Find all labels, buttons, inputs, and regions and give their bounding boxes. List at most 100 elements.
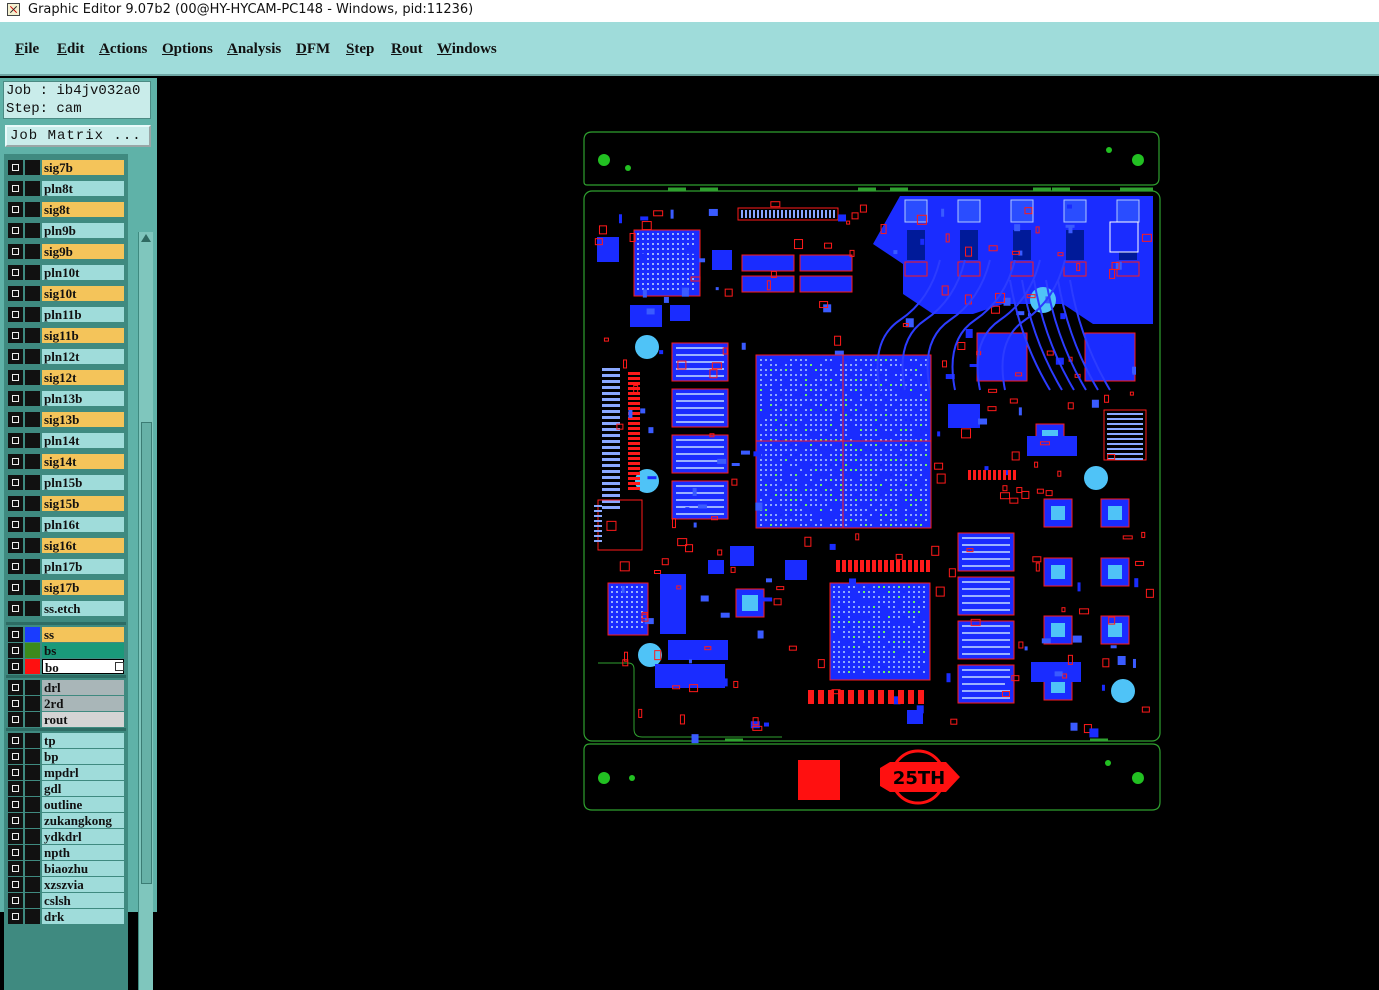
layer-name[interactable]: sig12t bbox=[42, 370, 124, 385]
layer-name[interactable]: ss.etch bbox=[42, 601, 124, 616]
layer-name[interactable]: sig16t bbox=[42, 538, 124, 553]
layer-name[interactable]: npth bbox=[42, 845, 124, 860]
layer-color-swatch[interactable] bbox=[25, 538, 40, 553]
layer-row-sig14t[interactable]: sig14t bbox=[6, 453, 126, 470]
layer-row-ss[interactable]: ss bbox=[6, 626, 126, 643]
layer-name[interactable]: pln15b bbox=[42, 475, 124, 490]
layer-row-drl[interactable]: drl bbox=[6, 679, 126, 696]
layer-color-swatch[interactable] bbox=[25, 202, 40, 217]
layer-name[interactable]: pln9b bbox=[42, 223, 124, 238]
layer-name[interactable]: sig9b bbox=[42, 244, 124, 259]
layer-checkbox[interactable] bbox=[8, 349, 23, 364]
layer-color-swatch[interactable] bbox=[25, 580, 40, 595]
layer-color-swatch[interactable] bbox=[25, 412, 40, 427]
layer-checkbox[interactable] bbox=[8, 202, 23, 217]
layer-row-sig13b[interactable]: sig13b bbox=[6, 411, 126, 428]
layer-name[interactable]: drl bbox=[42, 680, 124, 695]
layer-row-sig7b[interactable]: sig7b bbox=[6, 159, 126, 176]
menu-dfm[interactable]: DFM bbox=[296, 41, 330, 58]
layer-row-sig11b[interactable]: sig11b bbox=[6, 327, 126, 344]
layer-name[interactable]: pln17b bbox=[42, 559, 124, 574]
layer-checkbox[interactable] bbox=[8, 223, 23, 238]
layer-checkbox[interactable] bbox=[8, 712, 23, 727]
layer-row-tp[interactable]: tp bbox=[6, 732, 126, 749]
layer-name[interactable]: pln10t bbox=[42, 265, 124, 280]
layer-checkbox[interactable] bbox=[8, 861, 23, 876]
menu-analysis[interactable]: Analysis bbox=[227, 41, 281, 58]
layer-color-swatch[interactable] bbox=[25, 223, 40, 238]
layer-checkbox[interactable] bbox=[8, 475, 23, 490]
layer-list-scrollbar[interactable] bbox=[138, 232, 153, 990]
layer-checkbox[interactable] bbox=[8, 643, 23, 658]
layer-row-bo[interactable]: bo bbox=[6, 658, 126, 675]
layer-checkbox[interactable] bbox=[8, 559, 23, 574]
layer-checkbox[interactable] bbox=[8, 601, 23, 616]
layer-color-swatch[interactable] bbox=[25, 391, 40, 406]
layer-name[interactable]: tp bbox=[42, 733, 124, 748]
layer-name[interactable]: rout bbox=[42, 712, 124, 727]
layer-color-swatch[interactable] bbox=[25, 680, 40, 695]
layer-color-swatch[interactable] bbox=[25, 307, 40, 322]
layer-row-ss-etch[interactable]: ss.etch bbox=[6, 600, 126, 617]
layer-color-swatch[interactable] bbox=[25, 845, 40, 860]
layer-row-gdl[interactable]: gdl bbox=[6, 780, 126, 797]
layer-row-pln12t[interactable]: pln12t bbox=[6, 348, 126, 365]
layer-checkbox[interactable] bbox=[8, 496, 23, 511]
layer-color-swatch[interactable] bbox=[25, 286, 40, 301]
layer-row-sig15b[interactable]: sig15b bbox=[6, 495, 126, 512]
layer-color-swatch[interactable] bbox=[25, 181, 40, 196]
layer-checkbox[interactable] bbox=[8, 765, 23, 780]
layer-name[interactable]: sig7b bbox=[42, 160, 124, 175]
layer-row-sig17b[interactable]: sig17b bbox=[6, 579, 126, 596]
layer-color-swatch[interactable] bbox=[25, 696, 40, 711]
layer-row-pln11b[interactable]: pln11b bbox=[6, 306, 126, 323]
layer-name[interactable]: pln16t bbox=[42, 517, 124, 532]
layer-name[interactable]: pln8t bbox=[42, 181, 124, 196]
layer-color-swatch[interactable] bbox=[25, 829, 40, 844]
layer-row-mpdrl[interactable]: mpdrl bbox=[6, 764, 126, 781]
layer-row-sig12t[interactable]: sig12t bbox=[6, 369, 126, 386]
layer-color-swatch[interactable] bbox=[25, 643, 40, 658]
layer-color-swatch[interactable] bbox=[25, 813, 40, 828]
layer-list[interactable]: sig7b pln8t sig8t pln9b sig9b pln10t sig10t pln… bbox=[4, 154, 128, 990]
layer-name[interactable]: ss bbox=[42, 627, 124, 642]
layer-name[interactable]: sig8t bbox=[42, 202, 124, 217]
layer-name[interactable]: biaozhu bbox=[42, 861, 124, 876]
layer-name[interactable]: 2rd bbox=[42, 696, 124, 711]
layer-color-swatch[interactable] bbox=[25, 454, 40, 469]
layer-row-pln15b[interactable]: pln15b bbox=[6, 474, 126, 491]
layer-row-biaozhu[interactable]: biaozhu bbox=[6, 860, 126, 877]
layer-name[interactable]: pln11b bbox=[42, 307, 124, 322]
scroll-up-arrow-icon[interactable] bbox=[141, 234, 151, 242]
layer-name[interactable]: sig11b bbox=[42, 328, 124, 343]
layer-color-swatch[interactable] bbox=[25, 265, 40, 280]
job-matrix-button[interactable]: Job Matrix ... bbox=[5, 125, 151, 147]
layer-checkbox[interactable] bbox=[8, 370, 23, 385]
layer-row-xzszvia[interactable]: xzszvia bbox=[6, 876, 126, 893]
layer-checkbox[interactable] bbox=[8, 781, 23, 796]
layer-row-pln14t[interactable]: pln14t bbox=[6, 432, 126, 449]
scrollbar-thumb[interactable] bbox=[141, 422, 152, 884]
layer-row-zukangkong[interactable]: zukangkong bbox=[6, 812, 126, 829]
layer-name[interactable]: mpdrl bbox=[42, 765, 124, 780]
layer-name[interactable]: sig10t bbox=[42, 286, 124, 301]
layer-checkbox[interactable] bbox=[8, 680, 23, 695]
layer-name[interactable]: bs bbox=[42, 643, 124, 658]
layer-name[interactable]: zukangkong bbox=[42, 813, 124, 828]
layer-name[interactable]: pln13b bbox=[42, 391, 124, 406]
layer-row-drk[interactable]: drk bbox=[6, 908, 126, 925]
layer-row-npth[interactable]: npth bbox=[6, 844, 126, 861]
layer-color-swatch[interactable] bbox=[25, 328, 40, 343]
layer-row-2rd[interactable]: 2rd bbox=[6, 695, 126, 712]
layer-row-pln9b[interactable]: pln9b bbox=[6, 222, 126, 239]
layer-row-sig9b[interactable]: sig9b bbox=[6, 243, 126, 260]
layer-row-ydkdrl[interactable]: ydkdrl bbox=[6, 828, 126, 845]
layer-row-pln17b[interactable]: pln17b bbox=[6, 558, 126, 575]
layer-row-sig16t[interactable]: sig16t bbox=[6, 537, 126, 554]
layer-checkbox[interactable] bbox=[8, 181, 23, 196]
menu-windows[interactable]: Windows bbox=[437, 41, 497, 58]
layer-color-swatch[interactable] bbox=[25, 244, 40, 259]
layer-checkbox[interactable] bbox=[8, 797, 23, 812]
layer-checkbox[interactable] bbox=[8, 328, 23, 343]
layer-color-swatch[interactable] bbox=[25, 797, 40, 812]
